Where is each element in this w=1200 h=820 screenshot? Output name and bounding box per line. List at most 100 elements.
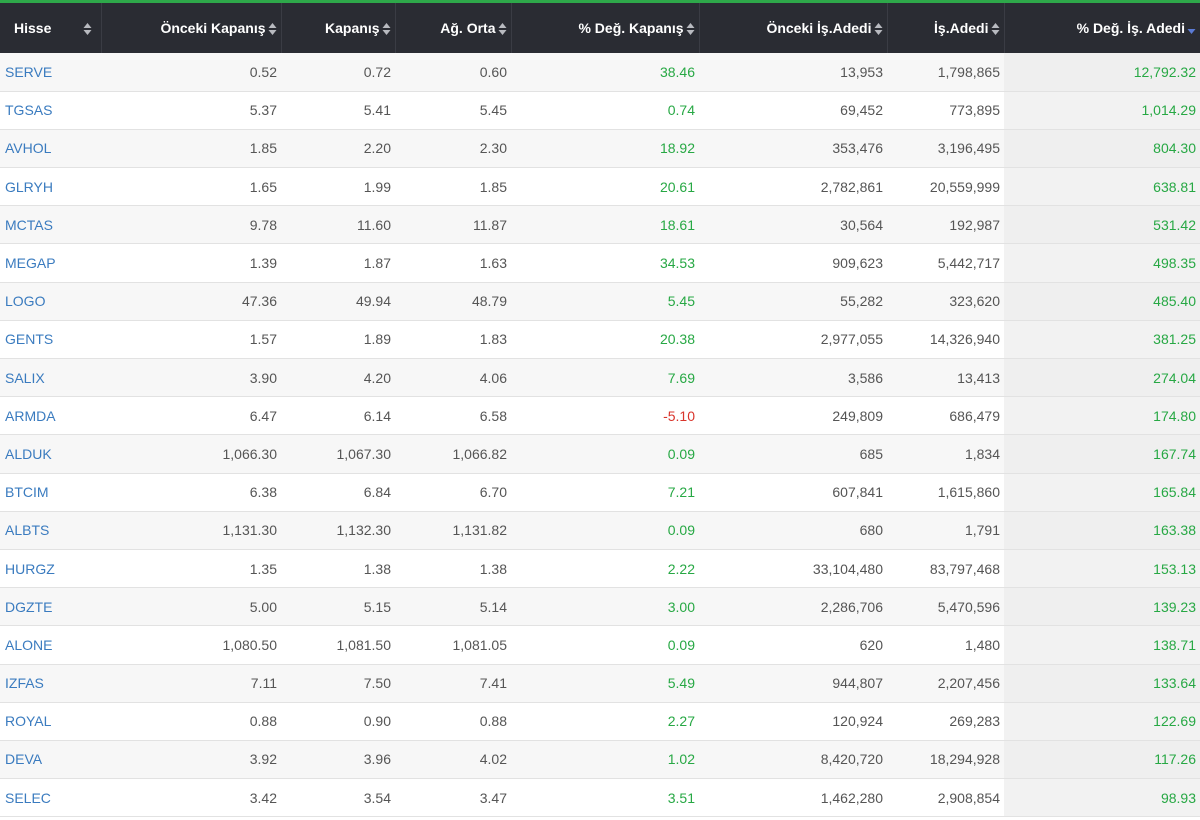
cell-vol: 2,908,854 [937, 789, 1000, 806]
cell-prev-close: 5.00 [249, 598, 277, 615]
header-label: % Değ. İş. Adedi [1076, 19, 1185, 36]
cell-prev-close: 1.39 [249, 255, 277, 272]
cell-vol: 20,559,999 [929, 178, 1000, 195]
cell-close: 5.41 [363, 102, 391, 119]
cell-symbol[interactable]: AVHOL [0, 129, 101, 167]
cell-close: 1,132.30 [336, 522, 392, 539]
cell-symbol[interactable]: DEVA [0, 740, 101, 778]
cell-wavg: 1.85 [479, 178, 507, 195]
table-row[interactable]: DGZTE 5.00 5.15 5.14 3.00 2,286,706 5,470,596 1… [0, 587, 1200, 626]
cell-prev-vol: 2,286,706 [820, 598, 883, 615]
cell-prev-vol: 909,623 [832, 255, 883, 272]
table-row[interactable]: GLRYH 1.65 1.99 1.85 20.61 2,782,861 20,559,99… [0, 167, 1200, 206]
sort-updown-icon[interactable] [268, 22, 277, 36]
cell-symbol[interactable]: MEGAP [0, 244, 101, 282]
header-col-close[interactable]: Kapanış [281, 3, 396, 53]
table-body: SERVE 0.52 0.72 0.60 38.46 13,953 1,798,865 12,… [0, 53, 1200, 817]
cell-close: 3.96 [363, 751, 391, 768]
cell-prev-close: 7.11 [250, 675, 277, 692]
sort-updown-icon[interactable] [874, 22, 883, 36]
cell-prev-vol: 33,104,480 [812, 560, 883, 577]
table-row[interactable]: SELEC 3.42 3.54 3.47 3.51 1,462,280 2,908,854 9… [0, 778, 1200, 817]
cell-prev-vol: 685 [859, 445, 883, 462]
cell-symbol[interactable]: MCTAS [0, 206, 101, 244]
table-row[interactable]: SERVE 0.52 0.72 0.60 38.46 13,953 1,798,865 12,… [0, 53, 1200, 92]
table-row[interactable]: HURGZ 1.35 1.38 1.38 2.22 33,104,480 83,797,46… [0, 549, 1200, 588]
cell-vol: 13,413 [957, 369, 1000, 386]
sort-desc-icon[interactable] [1187, 22, 1196, 36]
cell-symbol[interactable]: ALDUK [0, 435, 101, 473]
cell-close: 5.15 [363, 598, 391, 615]
cell-chg-close: 0.09 [667, 636, 695, 653]
cell-prev-vol: 69,452 [840, 102, 883, 119]
sort-updown-icon[interactable] [382, 22, 391, 36]
sort-updown-icon[interactable] [83, 22, 92, 36]
cell-chg-close: 34.53 [659, 255, 695, 272]
cell-close: 1.38 [363, 560, 391, 577]
cell-wavg: 5.45 [479, 102, 507, 119]
table-row[interactable]: IZFAS 7.11 7.50 7.41 5.49 944,807 2,207,456 133… [0, 664, 1200, 703]
cell-chg-vol: 174.80 [1004, 396, 1200, 435]
sort-updown-icon[interactable] [686, 22, 695, 36]
header-col-chg-vol[interactable]: % Değ. İş. Adedi [1004, 3, 1200, 53]
cell-close: 11.60 [357, 216, 391, 233]
cell-symbol[interactable]: DGZTE [0, 588, 101, 626]
table-row[interactable]: BTCIM 6.38 6.84 6.70 7.21 607,841 1,615,860 165… [0, 473, 1200, 512]
cell-vol: 1,798,865 [937, 63, 1000, 80]
cell-prev-close: 6.38 [249, 484, 277, 501]
header-col-wavg[interactable]: Ağ. Orta [395, 3, 512, 53]
cell-symbol[interactable]: ARMDA [0, 397, 101, 435]
table-row[interactable]: MCTAS 9.78 11.60 11.87 18.61 30,564 192,987 531… [0, 205, 1200, 244]
table-row[interactable]: DEVA 3.92 3.96 4.02 1.02 8,420,720 18,294,928 1… [0, 740, 1200, 779]
sort-updown-icon[interactable] [498, 22, 507, 36]
cell-prev-vol: 120,924 [832, 713, 883, 730]
cell-chg-vol: 138.71 [1004, 625, 1200, 664]
cell-symbol[interactable]: SELEC [0, 779, 101, 817]
cell-symbol[interactable]: GENTS [0, 320, 101, 358]
cell-prev-vol: 607,841 [832, 484, 883, 501]
cell-symbol[interactable]: TGSAS [0, 91, 101, 129]
table-row[interactable]: ROYAL 0.88 0.90 0.88 2.27 120,924 269,283 122.6… [0, 702, 1200, 741]
cell-symbol[interactable]: GLRYH [0, 168, 101, 206]
sort-updown-icon[interactable] [991, 22, 1000, 36]
cell-chg-close: -5.10 [663, 407, 695, 424]
cell-chg-close: 2.27 [667, 713, 695, 730]
cell-symbol[interactable]: IZFAS [0, 664, 101, 702]
cell-symbol[interactable]: HURGZ [0, 549, 101, 587]
cell-symbol[interactable]: ALONE [0, 626, 101, 664]
table-row[interactable]: ARMDA 6.47 6.14 6.58 -5.10 249,809 686,479 174.… [0, 396, 1200, 435]
cell-symbol[interactable]: ROYAL [0, 702, 101, 740]
table-row[interactable]: TGSAS 5.37 5.41 5.45 0.74 69,452 773,895 1,014.… [0, 91, 1200, 130]
table-row[interactable]: MEGAP 1.39 1.87 1.63 34.53 909,623 5,442,717 49… [0, 243, 1200, 283]
cell-wavg: 48.79 [471, 293, 507, 310]
cell-symbol[interactable]: SERVE [0, 53, 101, 91]
table-row[interactable]: LOGO 47.36 49.94 48.79 5.45 55,282 323,620 485.… [0, 282, 1200, 321]
header-col-vol[interactable]: İş.Adedi [887, 3, 1005, 53]
cell-prev-close: 1,066.30 [222, 445, 278, 462]
cell-symbol[interactable]: ALBTS [0, 511, 101, 549]
header-col-prev-close[interactable]: Önceki Kapanış [101, 3, 282, 53]
cell-chg-vol: 12,792.32 [1004, 53, 1200, 92]
cell-chg-vol: 485.40 [1004, 282, 1200, 321]
cell-wavg: 1.83 [479, 331, 507, 348]
table-row[interactable]: AVHOL 1.85 2.20 2.30 18.92 353,476 3,196,495 80… [0, 129, 1200, 168]
table-row[interactable]: ALONE 1,080.50 1,081.50 1,081.05 0.09 620 1,48… [0, 625, 1200, 664]
cell-symbol[interactable]: LOGO [0, 282, 101, 320]
cell-prev-close: 1,080.50 [222, 636, 278, 653]
table-row[interactable]: ALBTS 1,131.30 1,132.30 1,131.82 0.09 680 1,79… [0, 511, 1200, 550]
table-row[interactable]: SALIX 3.90 4.20 4.06 7.69 3,586 13,413 274.04 [0, 358, 1200, 397]
cell-chg-vol: 139.23 [1004, 587, 1200, 626]
cell-prev-close: 1.35 [249, 560, 277, 577]
table-row[interactable]: GENTS 1.57 1.89 1.83 20.38 2,977,055 14,326,94… [0, 320, 1200, 359]
cell-chg-vol: 804.30 [1004, 129, 1200, 168]
cell-close: 1,067.30 [336, 445, 392, 462]
cell-wavg: 1.63 [479, 255, 507, 272]
table-row[interactable]: ALDUK 1,066.30 1,067.30 1,066.82 0.09 685 1,83… [0, 434, 1200, 474]
cell-symbol[interactable]: SALIX [0, 359, 101, 397]
header-label: Ağ. Orta [440, 19, 496, 36]
header-col-symbol[interactable]: Hisse [0, 3, 102, 53]
cell-chg-close: 3.51 [667, 789, 695, 806]
header-col-chg-close[interactable]: % Değ. Kapanış [511, 3, 700, 53]
cell-symbol[interactable]: BTCIM [0, 473, 101, 511]
header-col-prev-vol[interactable]: Önceki İş.Adedi [699, 3, 888, 53]
